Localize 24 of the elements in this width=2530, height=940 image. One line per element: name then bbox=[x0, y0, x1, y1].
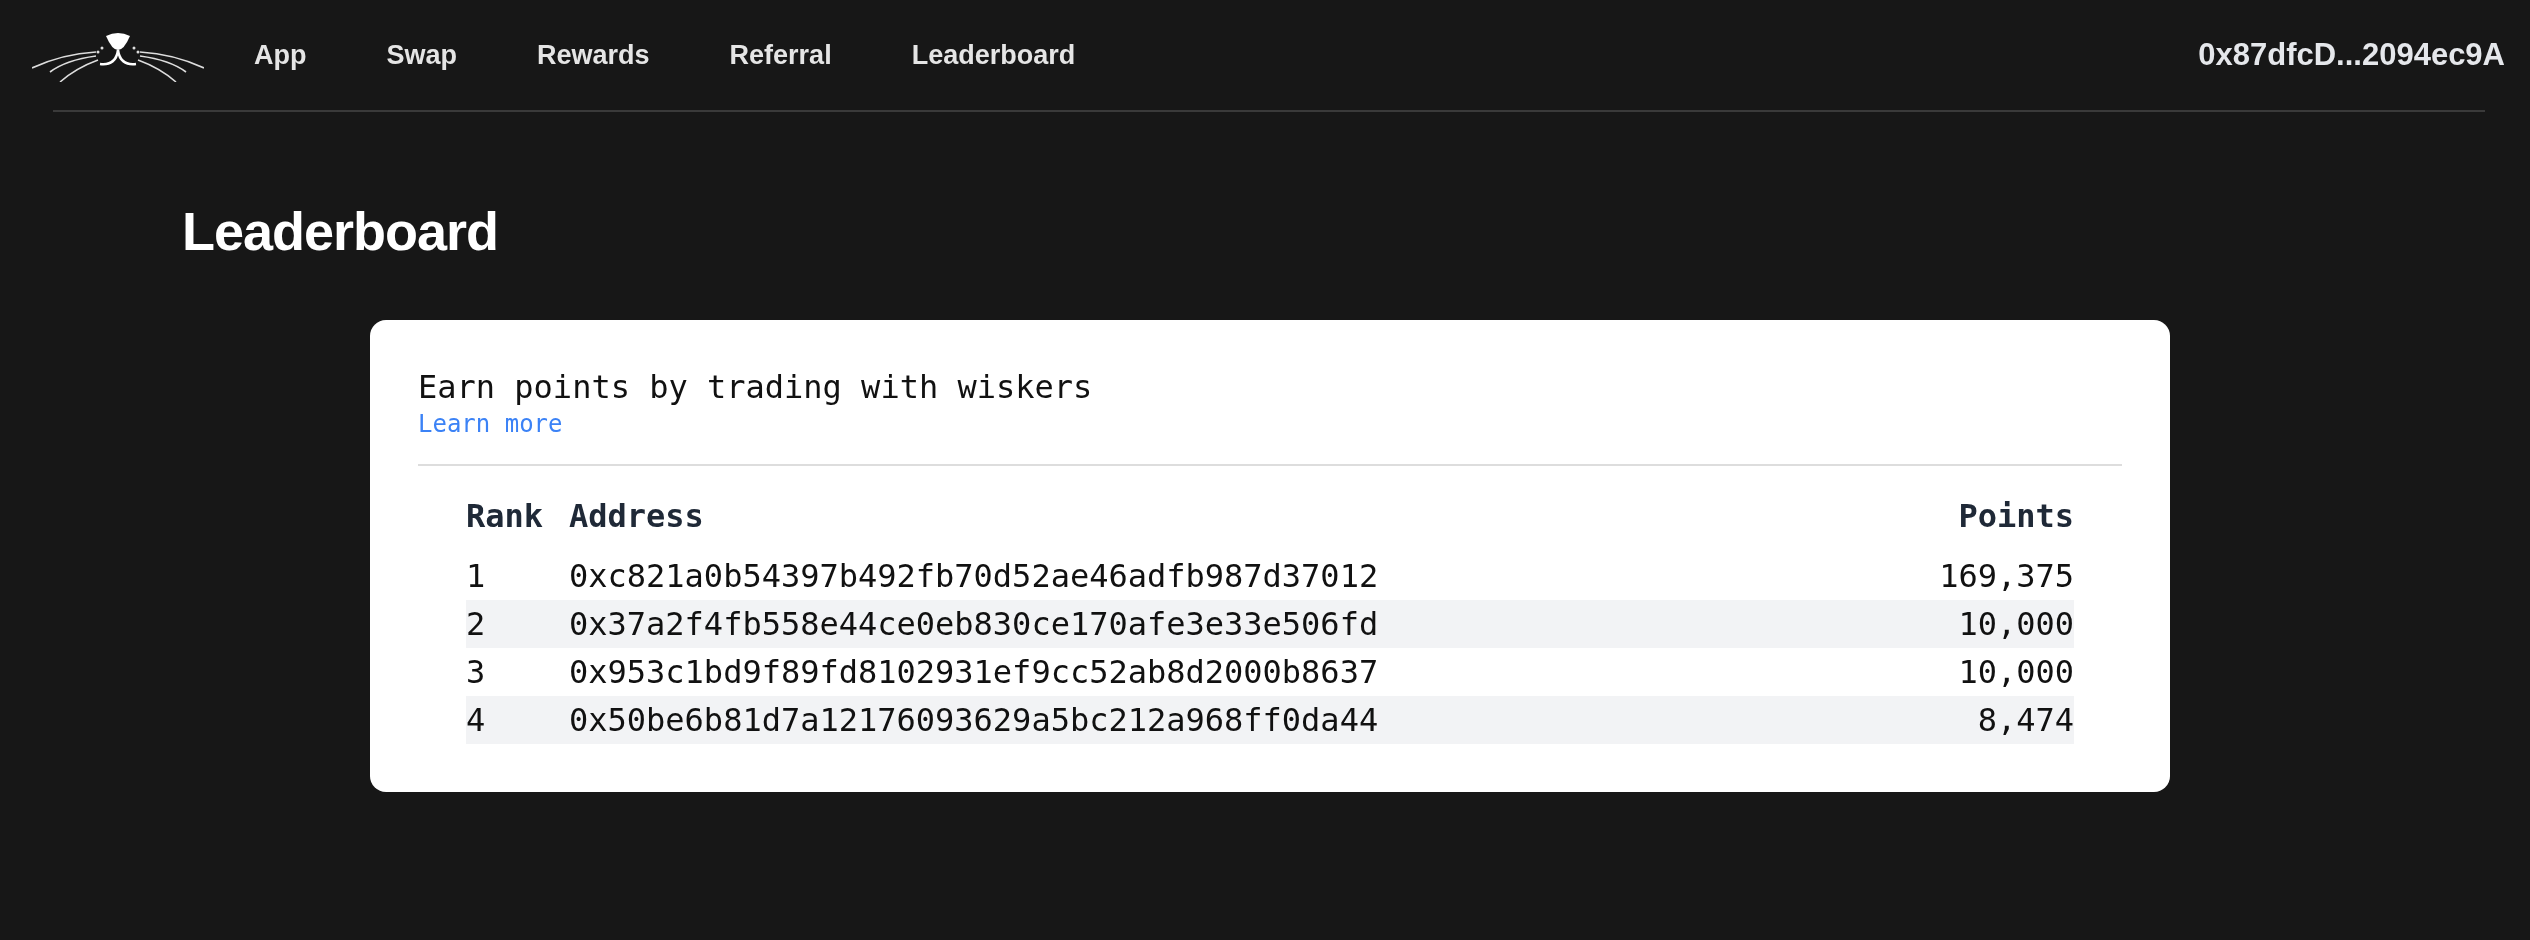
learn-more-link[interactable]: Learn more bbox=[418, 410, 563, 438]
card-heading: Earn points by trading with wiskers bbox=[418, 368, 1094, 406]
points-cell: 8,474 bbox=[1859, 696, 2074, 744]
rank-cell: 1 bbox=[466, 552, 569, 600]
nav-link[interactable]: Referral bbox=[729, 31, 832, 79]
wallet-address-button[interactable]: 0x87dfcD...2094ec9A bbox=[2198, 29, 2505, 81]
nav-link[interactable]: App bbox=[254, 31, 307, 79]
points-cell: 169,375 bbox=[1859, 552, 2074, 600]
column-header: Address bbox=[569, 496, 705, 537]
rank-cell: 2 bbox=[466, 600, 569, 648]
address-cell: 0xc821a0b54397b492fb70d52ae46adfb987d37012 bbox=[569, 552, 1859, 600]
points-cell: 10,000 bbox=[1859, 648, 2074, 696]
nav-link[interactable]: Swap bbox=[386, 31, 457, 79]
address-cell: 0x50be6b81d7a12176093629a5bc212a968ff0da44 bbox=[569, 696, 1859, 744]
column-header: Points bbox=[1957, 496, 2074, 537]
points-cell: 10,000 bbox=[1859, 600, 2074, 648]
nav-link[interactable]: Rewards bbox=[537, 31, 650, 79]
address-cell: 0x37a2f4fb558e44ce0eb830ce170afe3e33e506fd bbox=[569, 600, 1859, 648]
rank-cell: 4 bbox=[466, 696, 569, 744]
nav-link[interactable]: Leaderboard bbox=[911, 31, 1076, 79]
column-header: Rank bbox=[466, 496, 569, 552]
address-cell: 0x953c1bd9f89fd8102931ef9cc52ab8d2000b8637 bbox=[569, 648, 1859, 696]
page-title: Leaderboard bbox=[182, 200, 500, 263]
rank-cell: 3 bbox=[466, 648, 569, 696]
